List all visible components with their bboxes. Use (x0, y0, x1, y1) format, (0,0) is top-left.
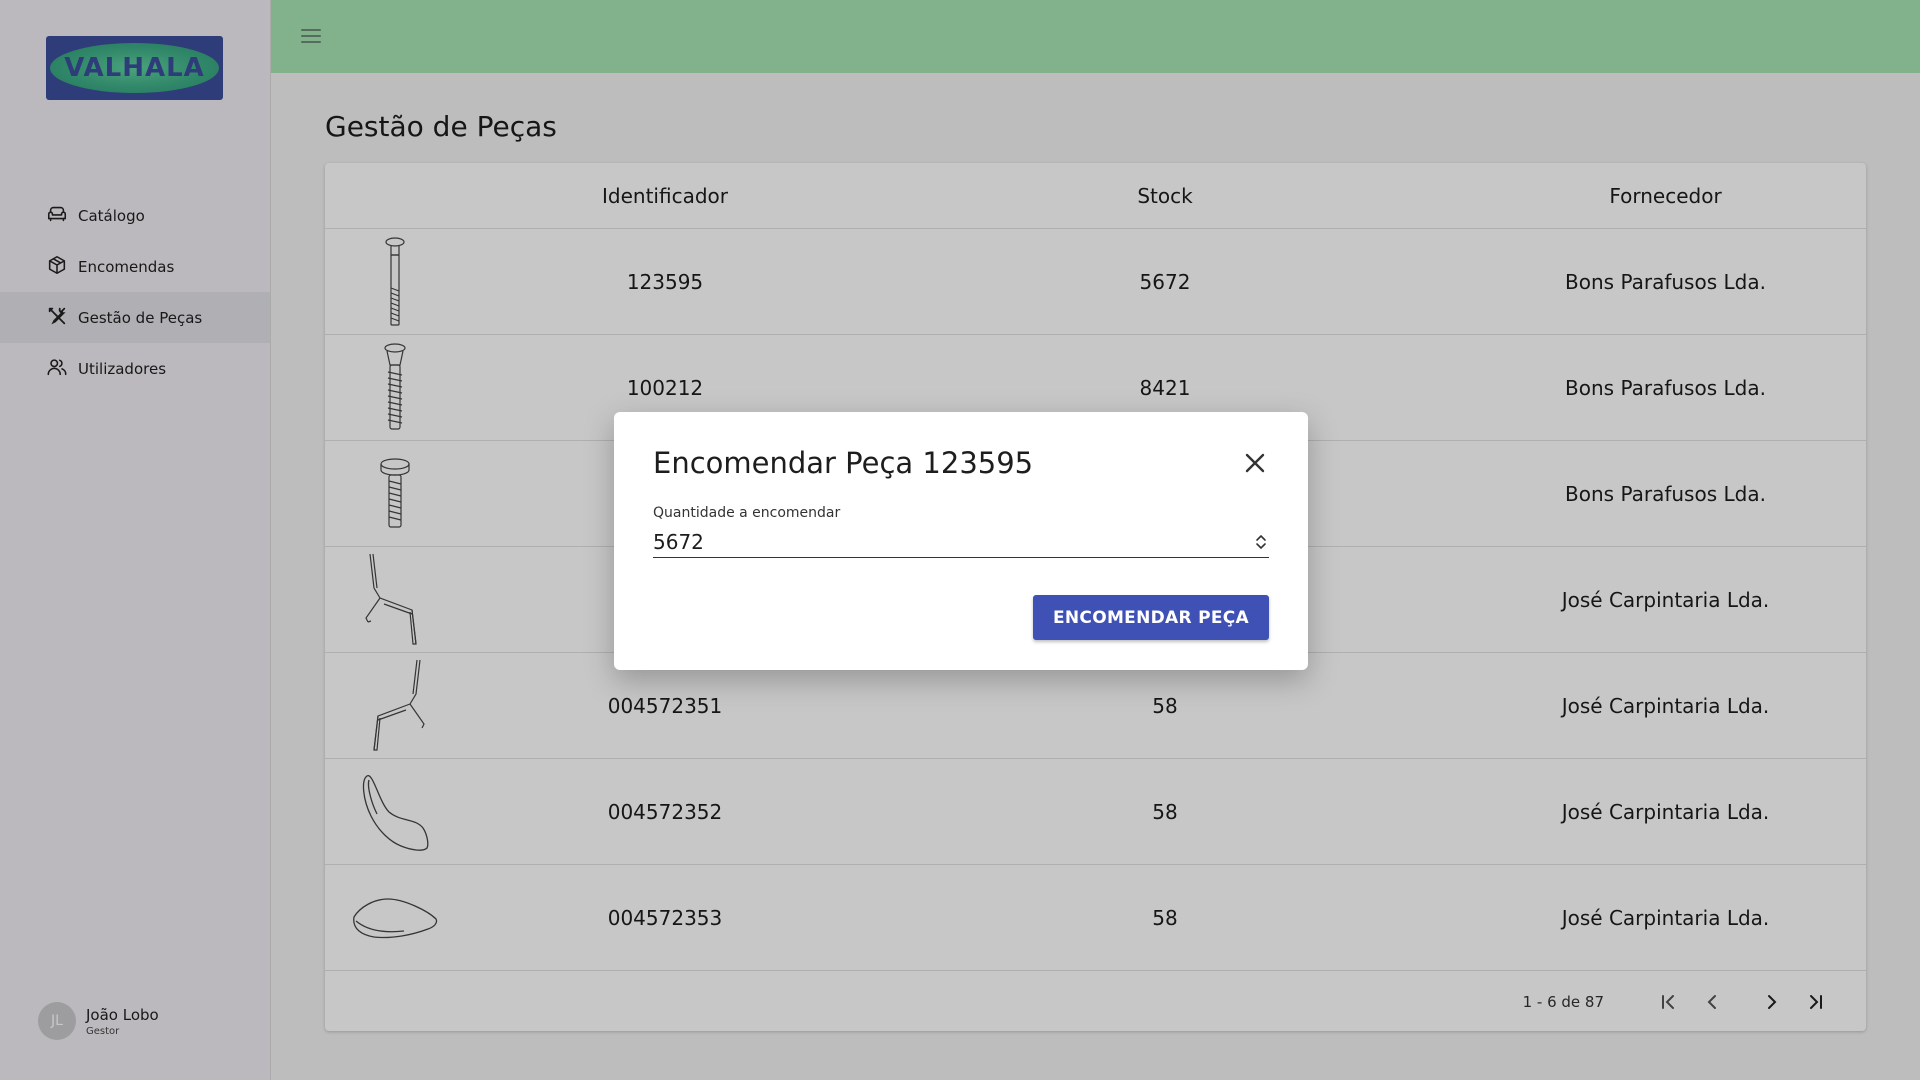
order-part-button[interactable]: ENCOMENDAR PEÇA (1033, 595, 1269, 640)
stepper-icon[interactable] (1253, 532, 1269, 552)
quantity-label: Quantidade a encomendar (653, 505, 841, 521)
dialog-title: Encomendar Peça 123595 (653, 446, 1034, 480)
order-part-dialog: Encomendar Peça 123595 Quantidade a enco… (614, 412, 1308, 670)
quantity-field (653, 528, 1269, 558)
quantity-input[interactable] (653, 528, 1243, 556)
close-icon[interactable] (1240, 448, 1270, 478)
